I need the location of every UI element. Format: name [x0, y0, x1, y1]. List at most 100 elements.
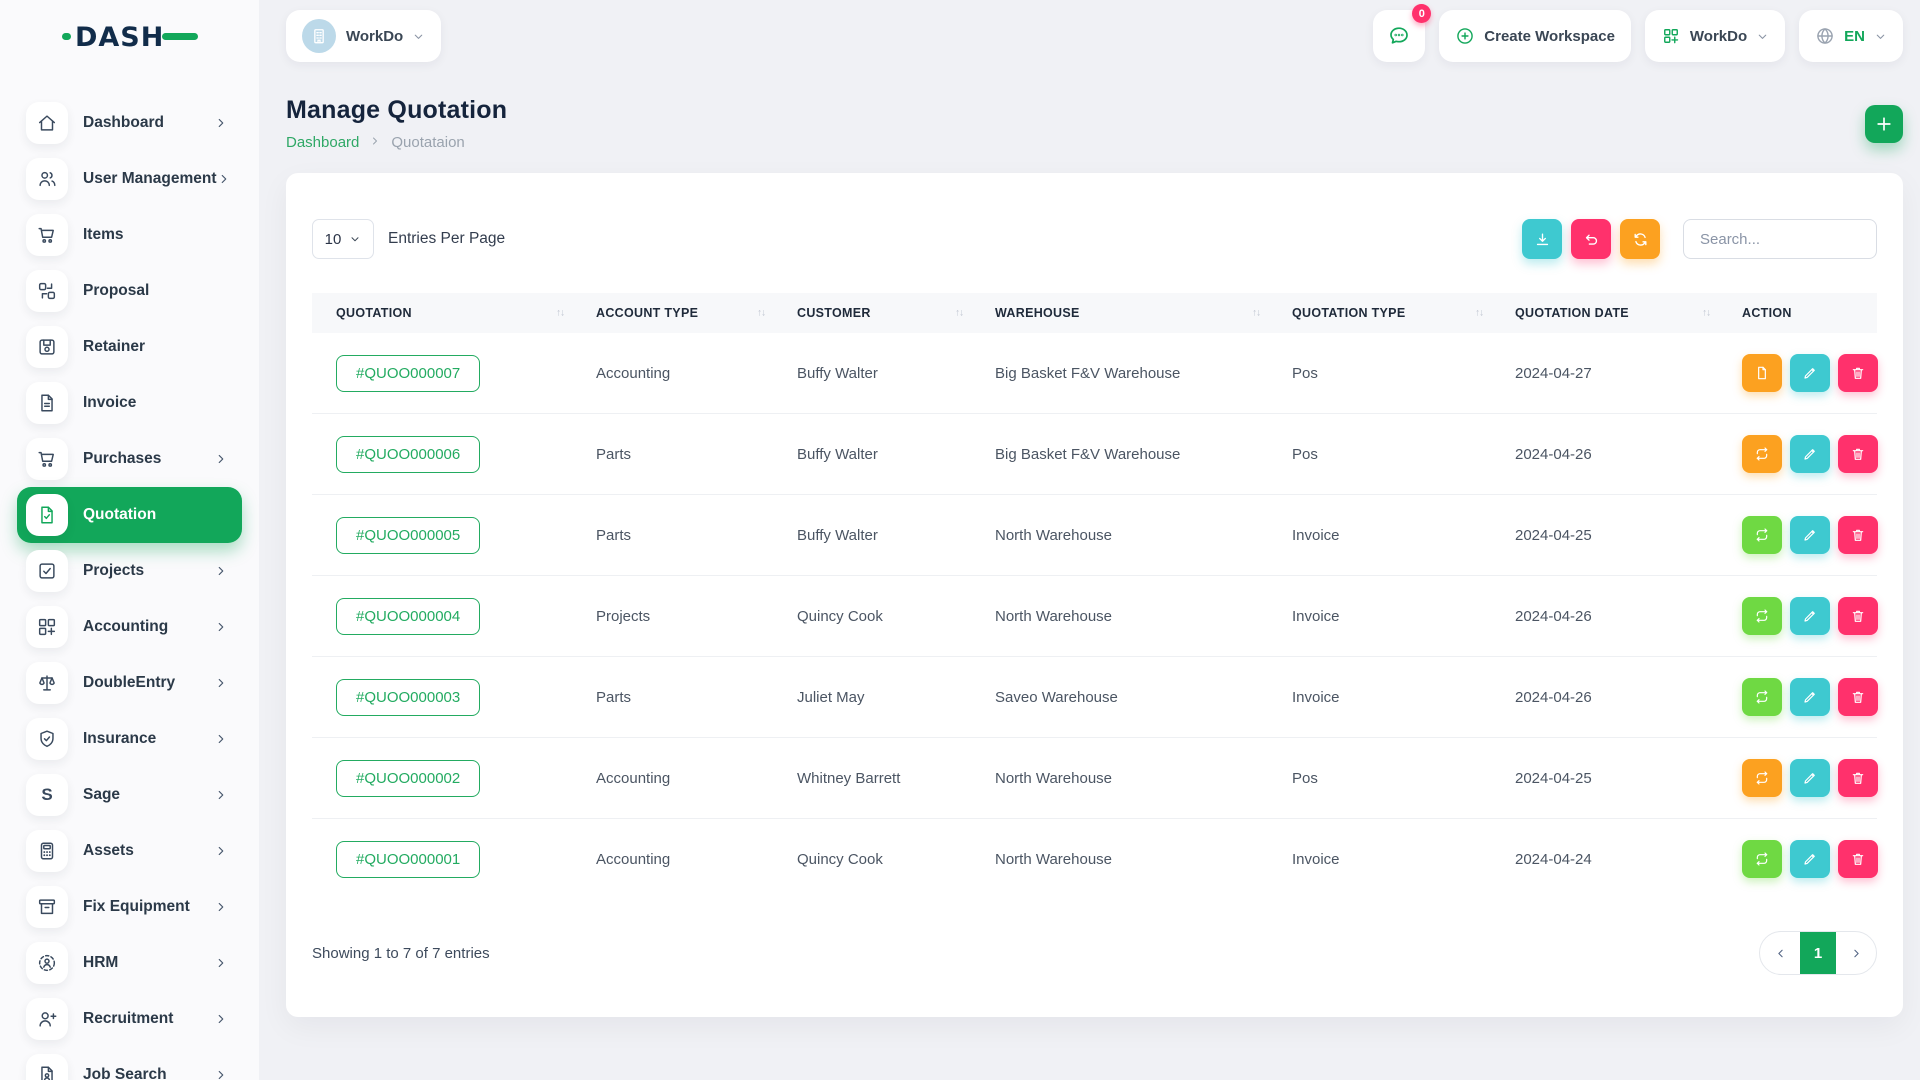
delete-button[interactable] [1838, 678, 1878, 716]
create-workspace-button[interactable]: Create Workspace [1439, 10, 1631, 62]
delete-button[interactable] [1838, 597, 1878, 635]
convert-button[interactable] [1742, 516, 1782, 554]
messages-button[interactable]: 0 [1373, 10, 1425, 62]
delete-button[interactable] [1838, 840, 1878, 878]
edit-button[interactable] [1790, 678, 1830, 716]
refresh-icon [1632, 231, 1649, 248]
account-type-cell: Parts [572, 495, 773, 576]
sidebar-item-items[interactable]: Items [17, 207, 242, 263]
edit-button[interactable] [1790, 840, 1830, 878]
column-header-customer[interactable]: CUSTOMER↑↓ [773, 293, 971, 333]
sidebar-item-doubleentry[interactable]: DoubleEntry [17, 655, 242, 711]
quotation-number-link[interactable]: #QUOO000004 [336, 598, 480, 635]
pagination-page-1[interactable]: 1 [1800, 931, 1836, 975]
pagination-next-button[interactable] [1836, 931, 1876, 975]
export-button[interactable] [1522, 219, 1562, 259]
sidebar-item-projects[interactable]: Projects [17, 543, 242, 599]
column-header-quotation[interactable]: QUOTATION↑↓ [312, 293, 572, 333]
workspace-selector[interactable]: WorkDo [286, 10, 441, 62]
column-header-account-type[interactable]: ACCOUNT TYPE↑↓ [572, 293, 773, 333]
chevron-down-icon [349, 233, 361, 245]
calculator-icon [26, 830, 68, 872]
sidebar-item-job-search[interactable]: Job Search [17, 1047, 242, 1080]
sidebar-item-user-management[interactable]: User Management [17, 151, 242, 207]
column-header-quotation-date[interactable]: QUOTATION DATE↑↓ [1491, 293, 1718, 333]
quotation-number-link[interactable]: #QUOO000006 [336, 436, 480, 473]
edit-button[interactable] [1790, 597, 1830, 635]
convert-button[interactable] [1742, 759, 1782, 797]
sidebar-item-quotation[interactable]: Quotation [17, 487, 242, 543]
sidebar-item-retainer[interactable]: Retainer [17, 319, 242, 375]
convert-button[interactable] [1742, 435, 1782, 473]
sidebar-item-accounting[interactable]: Accounting [17, 599, 242, 655]
table-row: #QUOO000004ProjectsQuincy CookNorth Ware… [312, 576, 1877, 657]
customer-cell: Buffy Walter [773, 495, 971, 576]
brand-logo[interactable]: DASH [0, 0, 259, 72]
chevron-right-icon [214, 116, 228, 130]
column-header-quotation-type[interactable]: QUOTATION TYPE↑↓ [1268, 293, 1491, 333]
sidebar-item-assets[interactable]: Assets [17, 823, 242, 879]
sort-icon[interactable]: ↑↓ [955, 308, 963, 319]
entries-per-page-select[interactable]: 10 [312, 219, 374, 259]
convert-button[interactable] [1742, 597, 1782, 635]
sidebar-item-sage[interactable]: SSage [17, 767, 242, 823]
chevron-right-icon [369, 134, 381, 151]
globe-icon [1815, 26, 1835, 46]
quotation-type-cell: Invoice [1268, 657, 1491, 738]
table-head: QUOTATION↑↓ACCOUNT TYPE↑↓CUSTOMER↑↓WAREH… [312, 293, 1877, 333]
sort-icon[interactable]: ↑↓ [757, 308, 765, 319]
sidebar-item-dashboard[interactable]: Dashboard [17, 95, 242, 151]
sidebar-item-hrm[interactable]: HRM [17, 935, 242, 991]
sidebar: DASH DashboardUser ManagementItems Propos… [0, 0, 259, 1080]
delete-button[interactable] [1838, 516, 1878, 554]
sidebar-item-fix-equipment[interactable]: Fix Equipment [17, 879, 242, 935]
quotation-number-link[interactable]: #QUOO000001 [336, 841, 480, 878]
quotation-number-link[interactable]: #QUOO000005 [336, 517, 480, 554]
view-file-button[interactable] [1742, 354, 1782, 392]
edit-button[interactable] [1790, 435, 1830, 473]
create-quotation-button[interactable] [1865, 105, 1903, 143]
topbar: WorkDo 0 Create Workspace [286, 0, 1903, 72]
sort-icon[interactable]: ↑↓ [1702, 308, 1710, 319]
reset-button[interactable] [1571, 219, 1611, 259]
pagination-prev-button[interactable] [1760, 931, 1800, 975]
sidebar-item-recruitment[interactable]: Recruitment [17, 991, 242, 1047]
user-plus-icon [26, 998, 68, 1040]
sidebar-item-proposal[interactable]: Proposal [17, 263, 242, 319]
chevron-down-icon [412, 30, 425, 43]
edit-button[interactable] [1790, 354, 1830, 392]
customer-cell: Buffy Walter [773, 333, 971, 414]
delete-button[interactable] [1838, 759, 1878, 797]
quotation-number-link[interactable]: #QUOO000002 [336, 760, 480, 797]
convert-button[interactable] [1742, 840, 1782, 878]
delete-button[interactable] [1838, 354, 1878, 392]
table-row: #QUOO000003PartsJuliet MaySaveo Warehous… [312, 657, 1877, 738]
edit-button[interactable] [1790, 516, 1830, 554]
edit-button[interactable] [1790, 759, 1830, 797]
sidebar-item-purchases[interactable]: Purchases [17, 431, 242, 487]
sidebar-item-insurance[interactable]: Insurance [17, 711, 242, 767]
sort-icon[interactable]: ↑↓ [1475, 308, 1483, 319]
quotation-number-link[interactable]: #QUOO000003 [336, 679, 480, 716]
breadcrumb-dashboard-link[interactable]: Dashboard [286, 134, 359, 151]
quotation-number-link[interactable]: #QUOO000007 [336, 355, 480, 392]
sort-icon[interactable]: ↑↓ [556, 308, 564, 319]
quotation-type-cell: Invoice [1268, 495, 1491, 576]
app-root: DASH DashboardUser ManagementItemsPropos… [0, 0, 1920, 1080]
sort-icon[interactable]: ↑↓ [1252, 308, 1260, 319]
workdo-menu-button[interactable]: WorkDo [1645, 10, 1785, 62]
search-input[interactable] [1683, 219, 1877, 259]
sidebar-item-label: Invoice [83, 394, 136, 412]
warehouse-cell: Saveo Warehouse [971, 657, 1268, 738]
download-icon [1534, 231, 1551, 248]
sidebar-item-label: Proposal [83, 282, 149, 300]
sidebar-nav: DashboardUser ManagementItems Proposal Ret… [0, 72, 259, 1080]
refresh-button[interactable] [1620, 219, 1660, 259]
column-header-warehouse[interactable]: WAREHOUSE↑↓ [971, 293, 1268, 333]
sidebar-item-invoice[interactable]: Invoice [17, 375, 242, 431]
delete-button[interactable] [1838, 435, 1878, 473]
quotation-card: 10 Entries Per Page [286, 173, 1903, 1017]
chevron-right-icon [214, 844, 228, 858]
convert-button[interactable] [1742, 678, 1782, 716]
language-selector[interactable]: EN [1799, 10, 1903, 62]
